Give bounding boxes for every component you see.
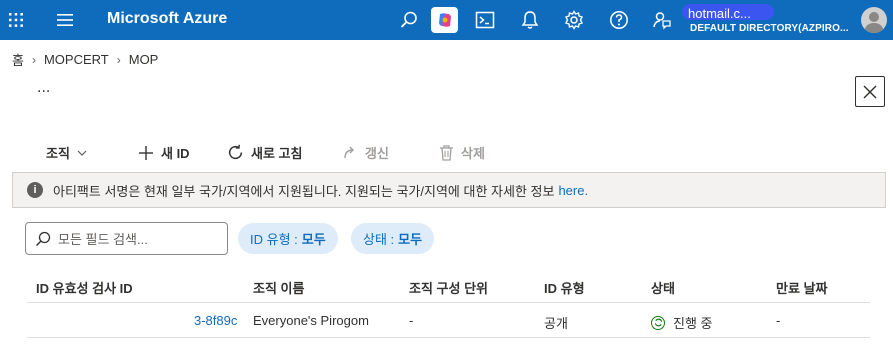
breadcrumb-separator: ›: [31, 52, 36, 67]
refresh-button[interactable]: 새로 고침: [227, 143, 302, 162]
notifications-icon[interactable]: [518, 8, 542, 32]
org-dropdown-button[interactable]: 조직: [46, 143, 87, 162]
row-expiry: -: [776, 313, 781, 328]
column-header-expiry[interactable]: 만료 날짜: [776, 278, 827, 297]
info-banner-text: 아티팩트 서명은 현재 일부 국가/지역에서 지원됩니다. 지원되는 국가/지역…: [53, 183, 555, 199]
feedback-icon[interactable]: [650, 8, 674, 32]
column-header-org-name[interactable]: 조직 이름: [253, 278, 304, 297]
chevron-down-icon: [77, 150, 87, 156]
info-banner-link[interactable]: here.: [558, 183, 588, 198]
hamburger-icon[interactable]: [56, 12, 74, 28]
row-validation-id-link[interactable]: 3-8f89c: [194, 313, 237, 328]
refresh-icon: [228, 144, 243, 160]
search-icon[interactable]: [397, 8, 421, 32]
org-dropdown-label: 조직: [46, 146, 70, 161]
row-status: 진행 중: [651, 313, 713, 332]
row-status-label: 진행 중: [673, 316, 713, 331]
breadcrumb-separator: ›: [116, 52, 121, 67]
row-id-type: 공개: [544, 316, 568, 331]
trash-icon: [440, 144, 453, 161]
table-header-divider: [27, 302, 870, 303]
breadcrumb-home[interactable]: 홈: [12, 50, 24, 69]
renew-label: 갱신: [365, 146, 389, 161]
breadcrumb-mopcert[interactable]: MOPCERT: [44, 52, 109, 67]
new-id-label: 새 ID: [161, 146, 190, 161]
plus-icon: [139, 145, 153, 160]
delete-button[interactable]: 삭제: [439, 143, 485, 162]
column-header-id-type[interactable]: ID 유형: [544, 278, 585, 297]
breadcrumb: 홈 › MOPCERT › MOP: [12, 50, 158, 69]
top-bar: Microsoft Azure hotmail.c... DEFAULT DIR…: [0, 0, 893, 40]
info-icon: i: [27, 182, 43, 198]
id-type-filter-value: 모두: [301, 232, 326, 247]
info-banner: i 아티팩트 서명은 현재 일부 국가/지역에서 지원됩니다. 지원되는 국가/…: [12, 172, 886, 208]
settings-icon[interactable]: [562, 8, 586, 32]
delete-label: 삭제: [461, 146, 485, 161]
search-input[interactable]: 모든 필드 검색...: [25, 222, 228, 255]
account-email[interactable]: hotmail.c...: [688, 6, 751, 21]
status-filter-label: 상태 :: [363, 232, 395, 247]
status-filter[interactable]: 상태 : 모두: [351, 223, 435, 254]
row-org-name: Everyone's Pirogom: [253, 313, 369, 328]
close-button[interactable]: [855, 76, 885, 107]
search-placeholder: 모든 필드 검색...: [58, 232, 148, 247]
refresh-label: 새로 고침: [251, 146, 303, 161]
more-options-ellipsis[interactable]: ...: [37, 80, 50, 96]
table-row-divider: [27, 337, 870, 338]
row-org-unit: -: [409, 313, 414, 328]
column-header-validation-id[interactable]: ID 유효성 검사 ID: [36, 278, 133, 297]
status-filter-value: 모두: [398, 232, 423, 247]
account-directory[interactable]: DEFAULT DIRECTORY(AZPIRO...: [690, 23, 849, 34]
column-header-status[interactable]: 상태: [651, 278, 675, 297]
new-id-button[interactable]: 새 ID: [138, 143, 190, 162]
in-progress-icon: [651, 315, 665, 330]
avatar-icon[interactable]: [861, 7, 887, 33]
brand-title[interactable]: Microsoft Azure: [107, 10, 227, 28]
breadcrumb-mop[interactable]: MOP: [129, 52, 159, 67]
id-type-filter[interactable]: ID 유형 : 모두: [238, 223, 338, 254]
id-type-filter-label: ID 유형 :: [250, 232, 298, 247]
cloud-shell-icon[interactable]: [473, 8, 497, 32]
close-icon: [863, 85, 877, 98]
help-icon[interactable]: [607, 8, 631, 32]
copilot-icon[interactable]: [431, 7, 458, 33]
column-header-org-unit[interactable]: 조직 구성 단위: [409, 278, 488, 297]
waffle-icon[interactable]: [6, 10, 26, 30]
renew-button[interactable]: 갱신: [342, 143, 389, 162]
renew-icon: [344, 146, 354, 158]
search-icon: [36, 231, 51, 246]
